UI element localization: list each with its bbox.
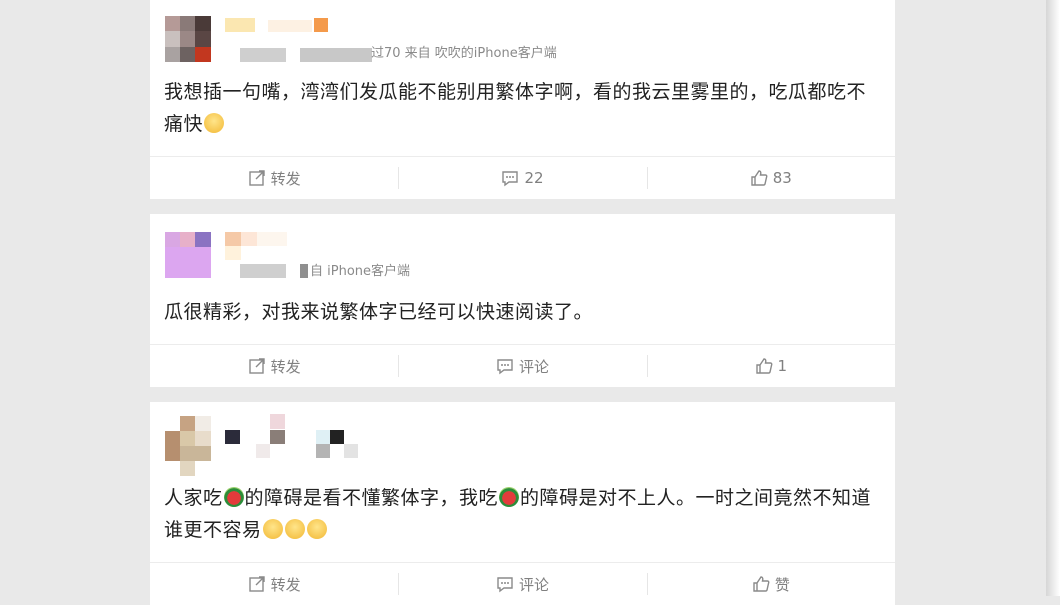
comment-icon xyxy=(497,359,513,375)
post-source: 自 iPhone客户端 xyxy=(310,264,411,279)
post-actions: 转发 评论 1 xyxy=(150,344,895,387)
post-card: 人家吃 的障碍是看不懂繁体字，我吃 的障碍是对不上人。一时之间竟然不知道谁更不容易 … xyxy=(150,402,895,605)
cry-face-emoji xyxy=(284,519,305,539)
like-count: 83 xyxy=(772,169,792,187)
comment-button[interactable]: 评论 xyxy=(398,345,646,387)
watermelon-emoji xyxy=(223,487,244,507)
screen-edge xyxy=(1046,0,1060,596)
comment-label: 评论 xyxy=(518,575,549,594)
like-button[interactable]: 赞 xyxy=(646,563,895,605)
repost-button[interactable]: 转发 xyxy=(150,157,398,199)
post-card: 过70 来自 吹吹的iPhone客户端 我想插一句嘴，湾湾们发瓜能不能别用繁体字… xyxy=(150,0,895,199)
post-text: 我想插一句嘴，湾湾们发瓜能不能别用繁体字啊，看的我云里雾里的，吃瓜都吃不痛快 xyxy=(164,81,867,135)
repost-label: 转发 xyxy=(270,357,301,376)
repost-icon xyxy=(248,576,265,592)
comment-label: 评论 xyxy=(518,357,549,376)
comment-button[interactable]: 评论 xyxy=(398,563,646,605)
thumbs-up-icon xyxy=(753,576,770,592)
repost-button[interactable]: 转发 xyxy=(150,563,398,605)
comment-button[interactable]: 22 xyxy=(398,157,646,199)
repost-label: 转发 xyxy=(270,575,301,594)
comment-count: 22 xyxy=(524,169,544,187)
post-text: 人家吃 的障碍是看不懂繁体字，我吃 的障碍是对不上人。一时之间竟然不知道谁更不容易 xyxy=(164,487,872,541)
watermelon-emoji xyxy=(499,487,520,507)
cry-face-emoji xyxy=(306,519,327,539)
smile-face-emoji xyxy=(204,113,225,133)
thumbs-up-icon xyxy=(751,170,768,186)
like-button[interactable]: 83 xyxy=(646,157,895,199)
post-text: 瓜很精彩，对我来说繁体字已经可以快速阅读了。 xyxy=(164,301,594,323)
thumbs-up-icon xyxy=(755,358,772,374)
avatar[interactable] xyxy=(165,232,211,278)
post-card: 自 iPhone客户端 瓜很精彩，对我来说繁体字已经可以快速阅读了。 转发 评论… xyxy=(150,214,895,387)
like-label: 赞 xyxy=(774,575,790,594)
post-actions: 转发 22 83 xyxy=(150,156,895,199)
repost-icon xyxy=(248,358,265,374)
comment-icon xyxy=(502,171,519,187)
post-source: 过70 来自 吹吹的iPhone客户端 xyxy=(371,46,557,61)
repost-label: 转发 xyxy=(270,169,301,188)
like-count: 1 xyxy=(777,357,788,375)
repost-icon xyxy=(248,170,265,186)
avatar[interactable] xyxy=(165,416,211,476)
repost-button[interactable]: 转发 xyxy=(150,345,398,387)
avatar[interactable] xyxy=(165,16,211,62)
post-actions: 转发 评论 赞 xyxy=(150,562,895,605)
comment-icon xyxy=(497,577,513,593)
like-button[interactable]: 1 xyxy=(646,345,895,387)
cry-face-emoji xyxy=(262,519,283,539)
